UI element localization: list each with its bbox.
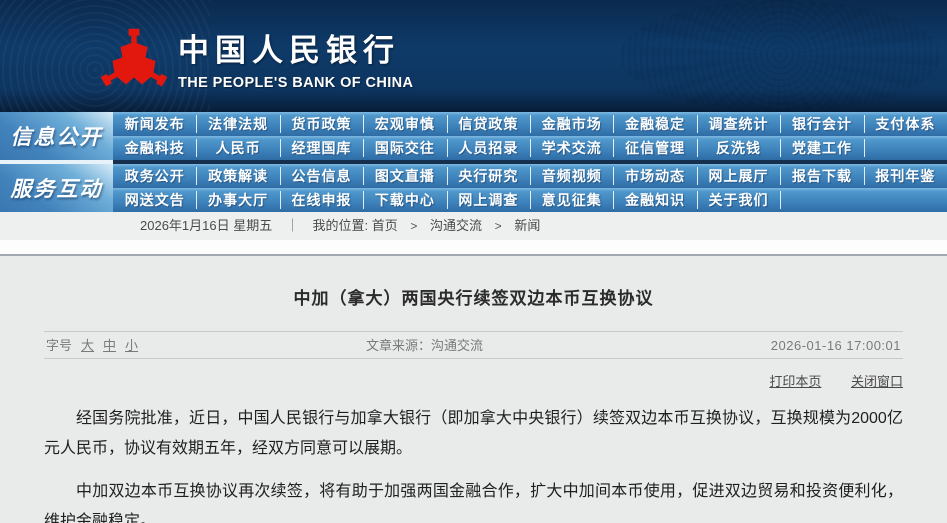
nav-menu: 新闻发布法律法规货币政策宏观审慎信贷政策金融市场金融稳定调查统计银行会计支付体系… — [113, 112, 947, 160]
brand-name-cn: 中国人民银行 — [178, 25, 413, 70]
breadcrumb-page-link[interactable]: 新闻 — [514, 218, 540, 233]
nav-item[interactable]: 人员招录 — [447, 136, 530, 160]
nav-row: 政务公开政策解读公告信息图文直播央行研究音频视频市场动态网上展厅报告下载报刊年鉴 — [113, 164, 947, 188]
article-datetime: 2026-01-16 17:00:01 — [771, 332, 901, 359]
breadcrumb-arrow-icon: > — [495, 219, 502, 233]
nav-item[interactable]: 人民币 — [196, 136, 279, 160]
nav-section-label[interactable]: 信息公开 — [0, 112, 113, 160]
article-paragraph: 经国务院批准，近日，中国人民银行与加拿大银行（即加拿大中央银行）续签双边本币互换… — [44, 404, 903, 464]
nav-item[interactable]: 意见征集 — [530, 188, 613, 212]
nav-section: 信息公开新闻发布法律法规货币政策宏观审慎信贷政策金融市场金融稳定调查统计银行会计… — [0, 112, 947, 160]
nav-item[interactable]: 宏观审慎 — [363, 112, 446, 136]
fontsize-option[interactable]: 大 — [81, 338, 94, 353]
brand-name-en: THE PEOPLE'S BANK OF CHINA — [178, 75, 413, 91]
fontsize-links: 大中小 — [72, 338, 138, 353]
nav-item[interactable]: 办事大厅 — [196, 188, 279, 212]
fontsize-option[interactable]: 小 — [125, 338, 138, 353]
close-window-link[interactable]: 关闭窗口 — [851, 374, 903, 389]
nav-item[interactable]: 调查统计 — [697, 112, 780, 136]
nav-item[interactable]: 下载中心 — [363, 188, 446, 212]
nav-section-label[interactable]: 服务互动 — [0, 164, 113, 212]
nav-menu: 政务公开政策解读公告信息图文直播央行研究音频视频市场动态网上展厅报告下载报刊年鉴… — [113, 164, 947, 212]
nav-item[interactable]: 音频视频 — [530, 164, 613, 188]
nav-item[interactable]: 学术交流 — [530, 136, 613, 160]
nav-item[interactable]: 征信管理 — [613, 136, 696, 160]
nav-item[interactable]: 党建工作 — [780, 136, 863, 160]
nav-item[interactable]: 网送文告 — [113, 188, 196, 212]
breadcrumb: 2026年1月16日 星期五 ｜ 我的位置: 首页 > 沟通交流 > 新闻 — [0, 212, 947, 240]
source-value: 沟通交流 — [431, 338, 483, 353]
print-page-link[interactable]: 打印本页 — [769, 374, 821, 389]
nav-item[interactable]: 金融知识 — [613, 188, 696, 212]
nav-item[interactable]: 银行会计 — [780, 112, 863, 136]
article-paragraph: 中加双边本币互换协议再次续签，将有助于加强两国金融合作，扩大中加间本币使用，促进… — [44, 477, 903, 523]
article-title: 中加（拿大）两国央行续签双边本币互换协议 — [0, 284, 947, 309]
nav-item[interactable]: 在线申报 — [280, 188, 363, 212]
current-date: 2026年1月16日 星期五 — [140, 218, 272, 233]
nav-item[interactable]: 金融市场 — [530, 112, 613, 136]
fontsize-option[interactable]: 中 — [103, 338, 116, 353]
header-content-gap — [0, 240, 947, 254]
pboc-logo-icon — [100, 24, 168, 88]
nav-item[interactable]: 报刊年鉴 — [864, 164, 947, 188]
location-label: 我的位置: — [313, 218, 369, 233]
main-nav: 信息公开新闻发布法律法规货币政策宏观审慎信贷政策金融市场金融稳定调查统计银行会计… — [0, 112, 947, 212]
nav-row: 网送文告办事大厅在线申报下载中心网上调查意见征集金融知识关于我们 — [113, 188, 947, 212]
nav-item[interactable]: 国际交往 — [363, 136, 446, 160]
breadcrumb-section-link[interactable]: 沟通交流 — [430, 218, 482, 233]
article-source: 文章来源：沟通交流 — [366, 332, 483, 359]
source-label: 文章来源： — [366, 338, 431, 353]
nav-item[interactable]: 图文直播 — [363, 164, 446, 188]
nav-item[interactable]: 报告下载 — [780, 164, 863, 188]
nav-item[interactable]: 金融科技 — [113, 136, 196, 160]
nav-cell-empty — [864, 136, 947, 160]
nav-row: 新闻发布法律法规货币政策宏观审慎信贷政策金融市场金融稳定调查统计银行会计支付体系 — [113, 112, 947, 136]
nav-cell-empty — [780, 188, 863, 212]
fontsize-label: 字号 — [46, 338, 72, 353]
nav-item[interactable]: 新闻发布 — [113, 112, 196, 136]
nav-row: 金融科技人民币经理国库国际交往人员招录学术交流征信管理反洗钱党建工作 — [113, 136, 947, 160]
nav-item[interactable]: 央行研究 — [447, 164, 530, 188]
article-body: 经国务院批准，近日，中国人民银行与加拿大银行（即加拿大中央银行）续签双边本币互换… — [44, 404, 903, 523]
breadcrumb-arrow-icon: > — [410, 219, 417, 233]
nav-item[interactable]: 政策解读 — [196, 164, 279, 188]
breadcrumb-divider: ｜ — [286, 218, 299, 233]
fontsize-control: 字号大中小 — [46, 332, 138, 359]
nav-item[interactable]: 货币政策 — [280, 112, 363, 136]
nav-item[interactable]: 支付体系 — [864, 112, 947, 136]
nav-item[interactable]: 经理国库 — [280, 136, 363, 160]
breadcrumb-home-link[interactable]: 首页 — [372, 218, 398, 233]
nav-item[interactable]: 网上展厅 — [697, 164, 780, 188]
nav-cell-empty — [864, 188, 947, 212]
header-watermark-right — [620, 0, 940, 112]
site-header: 中国人民银行 THE PEOPLE'S BANK OF CHINA — [0, 0, 947, 112]
nav-section: 服务互动政务公开政策解读公告信息图文直播央行研究音频视频市场动态网上展厅报告下载… — [0, 164, 947, 212]
nav-item[interactable]: 金融稳定 — [613, 112, 696, 136]
article-meta-row: 字号大中小 文章来源：沟通交流 2026-01-16 17:00:01 — [44, 331, 903, 359]
nav-item[interactable]: 政务公开 — [113, 164, 196, 188]
nav-item[interactable]: 网上调查 — [447, 188, 530, 212]
nav-item[interactable]: 市场动态 — [613, 164, 696, 188]
nav-item[interactable]: 法律法规 — [196, 112, 279, 136]
article-panel: 中加（拿大）两国央行续签双边本币互换协议 字号大中小 文章来源：沟通交流 202… — [0, 254, 947, 523]
brand-block: 中国人民银行 THE PEOPLE'S BANK OF CHINA — [178, 25, 413, 91]
nav-item[interactable]: 信贷政策 — [447, 112, 530, 136]
nav-item[interactable]: 公告信息 — [280, 164, 363, 188]
nav-item[interactable]: 关于我们 — [697, 188, 780, 212]
nav-item[interactable]: 反洗钱 — [697, 136, 780, 160]
article-actions: 打印本页 关闭窗口 — [44, 371, 903, 390]
